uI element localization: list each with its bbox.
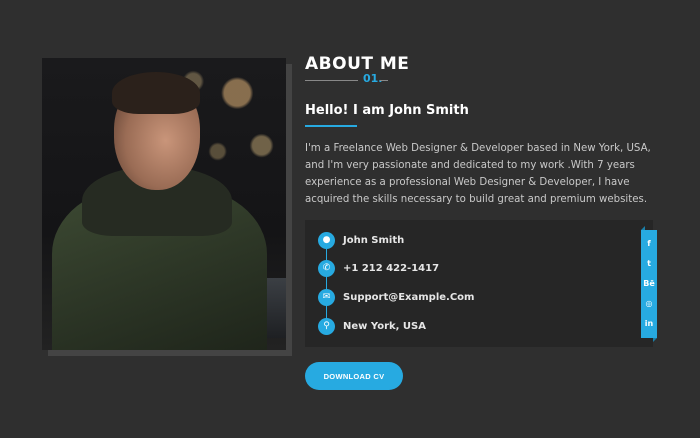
- timeline-line: [326, 240, 327, 326]
- info-row-email: ✉ Support@Example.Com: [318, 289, 474, 306]
- greeting-heading: Hello! I am John Smith: [305, 103, 469, 118]
- profile-photo-frame: [42, 58, 286, 350]
- title-divider-left: [305, 80, 358, 81]
- info-row-location: ⚲ New York, USA: [318, 318, 426, 335]
- info-phone[interactable]: +1 212 422-1417: [343, 263, 439, 274]
- profile-photo: [42, 58, 286, 350]
- section-number: 01.: [363, 72, 383, 85]
- social-links-bar: f t Bē ◎ in: [641, 230, 657, 342]
- dribbble-icon[interactable]: ◎: [646, 300, 653, 308]
- behance-icon[interactable]: Bē: [643, 280, 655, 288]
- greeting-underline: [305, 125, 357, 127]
- section-title: ABOUT ME: [305, 54, 410, 74]
- photo-hair: [112, 72, 200, 114]
- title-divider-right: [380, 80, 388, 81]
- linkedin-icon[interactable]: in: [645, 320, 653, 328]
- map-pin-icon: ⚲: [318, 318, 335, 335]
- info-location: New York, USA: [343, 321, 426, 332]
- info-email[interactable]: Support@Example.Com: [343, 292, 474, 303]
- bio-text: I'm a Freelance Web Designer & Developer…: [305, 143, 651, 205]
- envelope-icon: ✉: [318, 289, 335, 306]
- user-icon: ●: [318, 232, 335, 249]
- info-name: John Smith: [343, 235, 405, 246]
- info-row-phone: ✆ +1 212 422-1417: [318, 260, 439, 277]
- phone-icon: ✆: [318, 260, 335, 277]
- twitter-icon[interactable]: t: [647, 260, 651, 268]
- info-row-name: ● John Smith: [318, 232, 404, 249]
- facebook-icon[interactable]: f: [647, 240, 650, 248]
- download-cv-button[interactable]: DOWNLOAD CV: [305, 362, 403, 390]
